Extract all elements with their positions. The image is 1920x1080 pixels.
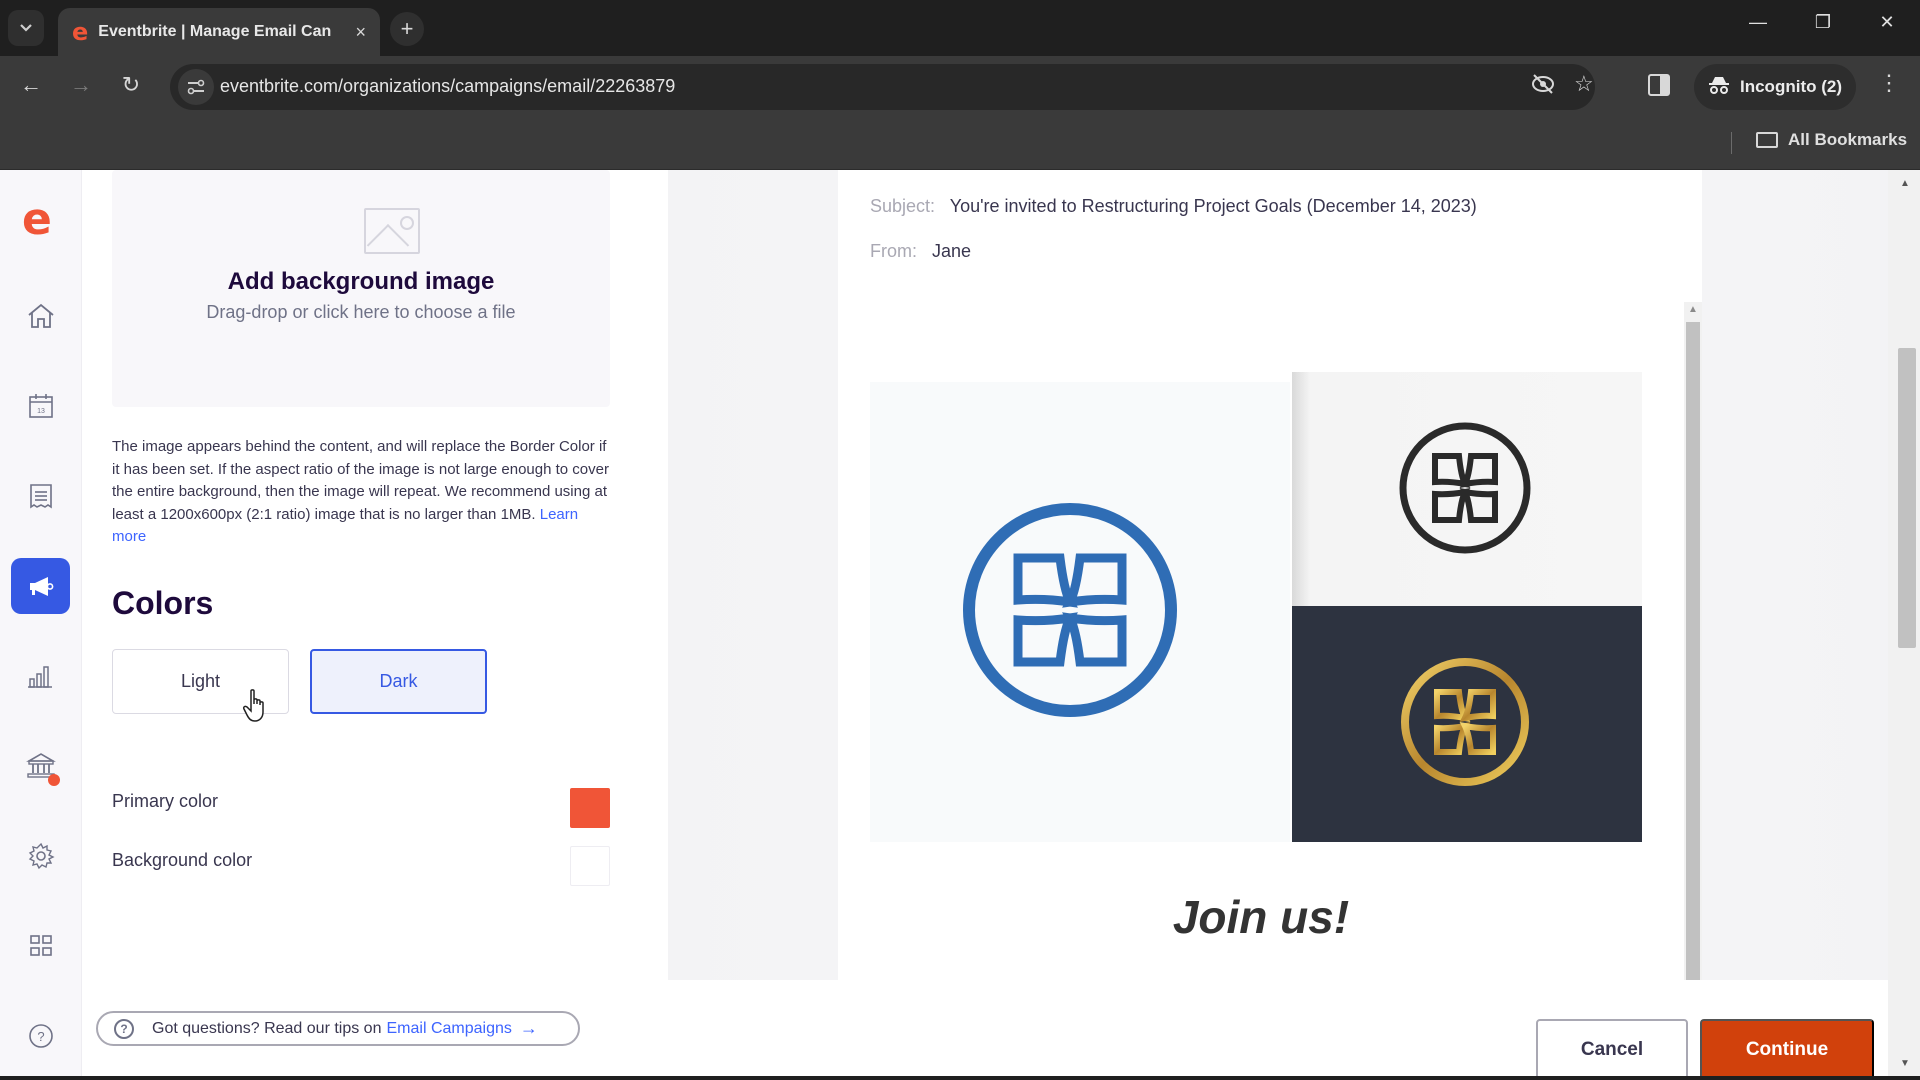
- email-hero-image: [870, 372, 1642, 842]
- hero-panel-black-logo: [1292, 372, 1642, 606]
- help-text-body: The image appears behind the content, an…: [112, 438, 609, 523]
- calendar-icon: 13: [28, 394, 53, 418]
- background-image-dropzone[interactable]: Add background image Drag-drop or click …: [112, 170, 610, 407]
- email-design-panel: Add background image Drag-drop or click …: [82, 170, 668, 1080]
- reload-icon[interactable]: ↻: [116, 72, 146, 98]
- primary-color-label: Primary color: [112, 791, 219, 811]
- incognito-indicator[interactable]: Incognito (2): [1694, 64, 1856, 110]
- site-info-icon[interactable]: [178, 69, 214, 105]
- continue-button[interactable]: Continue: [1700, 1019, 1874, 1080]
- nav-help[interactable]: ?: [11, 1008, 70, 1064]
- all-bookmarks-label: All Bookmarks: [1788, 130, 1908, 149]
- hand-pointer-cursor-icon: [243, 689, 264, 722]
- svg-text:?: ?: [37, 1029, 44, 1044]
- nav-finance[interactable]: [11, 738, 70, 794]
- bookmark-star-icon[interactable]: ☆: [1574, 71, 1594, 97]
- blue-flower-logo-icon: [963, 503, 1177, 717]
- tab-search-button[interactable]: [8, 10, 44, 46]
- minimize-window-icon[interactable]: —: [1735, 12, 1781, 33]
- close-window-icon[interactable]: ✕: [1864, 12, 1910, 33]
- tab-title: Eventbrite | Manage Email Can: [98, 23, 332, 40]
- black-flower-logo-icon: [1399, 422, 1531, 554]
- taskbar-edge: [0, 1076, 1920, 1080]
- hero-panel-blue-logo: [870, 382, 1290, 842]
- new-tab-button[interactable]: +: [390, 12, 424, 46]
- bookmarks-bar: All Bookmarks: [0, 118, 1920, 170]
- email-heading: Join us!: [1172, 891, 1350, 943]
- footer-actions: Cancel Continue: [1440, 990, 1888, 1080]
- tips-text: Got questions? Read our tips on: [152, 1019, 382, 1037]
- url-text[interactable]: eventbrite.com/organizations/campaigns/e…: [220, 76, 675, 97]
- chevron-down-icon: [20, 24, 32, 32]
- help-circle-icon: ?: [28, 1024, 53, 1048]
- folder-icon: [1756, 132, 1778, 148]
- nav-reports[interactable]: [11, 648, 70, 704]
- megaphone-icon: [29, 577, 53, 596]
- eventbrite-app: e 13 ? Add background image Drag-drop or…: [0, 170, 1920, 1080]
- bar-chart-icon: [27, 666, 52, 688]
- address-bar[interactable]: eventbrite.com/organizations/campaigns/e…: [170, 64, 1595, 110]
- browser-tab-active[interactable]: e Eventbrite | Manage Email Can ×: [58, 8, 380, 56]
- side-panel-icon[interactable]: [1648, 74, 1670, 96]
- restore-window-icon[interactable]: ❐: [1800, 12, 1846, 33]
- close-tab-icon[interactable]: ×: [355, 22, 366, 43]
- bookmarks-divider: [1731, 132, 1732, 154]
- tracking-protection-eye-off-icon[interactable]: [1530, 73, 1556, 101]
- email-campaigns-link[interactable]: Email Campaigns: [386, 1020, 511, 1038]
- eventbrite-favicon-icon: e: [72, 18, 89, 46]
- arrow-right-icon: →: [519, 1018, 538, 1038]
- incognito-icon: [1708, 75, 1730, 100]
- forward-icon[interactable]: →: [66, 72, 96, 98]
- gold-flower-logo-icon: [1401, 658, 1529, 786]
- background-color-swatch[interactable]: [570, 846, 610, 886]
- nav-marketing[interactable]: [11, 558, 70, 614]
- subject-value: You're invited to Restructuring Project …: [949, 196, 1477, 216]
- help-tips-banner[interactable]: ? Got questions? Read our tips on Email …: [96, 1011, 580, 1046]
- image-placeholder-icon: [364, 208, 420, 254]
- scroll-up-arrow-icon[interactable]: ▲: [1688, 304, 1698, 315]
- scroll-up-arrow-icon[interactable]: ▲: [1900, 178, 1910, 189]
- browser-toolbar: ← → ↻ eventbrite.com/organizations/campa…: [0, 56, 1920, 118]
- background-color-label: Background color: [112, 850, 253, 870]
- from-label: From:: [870, 241, 917, 261]
- email-from-row: From: Jane: [870, 241, 971, 262]
- dropzone-title: Add background image: [227, 268, 495, 295]
- browser-titlebar: e Eventbrite | Manage Email Can × + — ❐ …: [0, 0, 1920, 56]
- page-scrollbar-thumb[interactable]: [1898, 348, 1916, 648]
- page-scrollbar[interactable]: ▲ ▼: [1888, 170, 1920, 1080]
- back-icon[interactable]: ←: [16, 72, 46, 98]
- grid-icon: [29, 935, 52, 956]
- nav-home[interactable]: [11, 288, 70, 344]
- dark-mode-button[interactable]: Dark: [310, 649, 487, 714]
- eventbrite-logo[interactable]: e: [22, 198, 52, 242]
- svg-text:13: 13: [37, 408, 45, 415]
- home-icon: [27, 303, 54, 328]
- question-icon: ?: [114, 1018, 134, 1039]
- left-navigation: e 13 ?: [0, 170, 82, 1080]
- hero-panel-gold-logo: [1292, 606, 1642, 842]
- preview-scrollbar[interactable]: ▲: [1684, 302, 1702, 980]
- colors-heading: Colors: [112, 585, 214, 621]
- primary-color-swatch[interactable]: [570, 788, 610, 828]
- email-subject-row: Subject: You're invited to Restructuring…: [870, 196, 1477, 217]
- email-preview: Subject: You're invited to Restructuring…: [838, 170, 1702, 980]
- subject-label: Subject:: [870, 196, 936, 216]
- background-image-help-text: The image appears behind the content, an…: [112, 436, 612, 549]
- nav-events[interactable]: 13: [11, 378, 70, 434]
- browser-menu-icon[interactable]: ⋮: [1878, 70, 1900, 96]
- from-value: Jane: [932, 241, 972, 261]
- preview-scrollbar-thumb[interactable]: [1686, 322, 1700, 980]
- gear-icon: [28, 842, 55, 870]
- notification-dot: [48, 774, 60, 786]
- nav-settings[interactable]: [11, 828, 70, 884]
- incognito-label: Incognito (2): [1740, 77, 1842, 96]
- dropzone-subtitle: Drag-drop or click here to choose a file: [206, 302, 516, 322]
- cancel-button[interactable]: Cancel: [1536, 1019, 1688, 1080]
- receipt-icon: [29, 484, 52, 509]
- nav-orders[interactable]: [11, 468, 70, 524]
- nav-apps[interactable]: [11, 918, 70, 974]
- all-bookmarks-button[interactable]: All Bookmarks: [1756, 130, 1907, 150]
- scroll-down-arrow-icon[interactable]: ▼: [1900, 1058, 1910, 1069]
